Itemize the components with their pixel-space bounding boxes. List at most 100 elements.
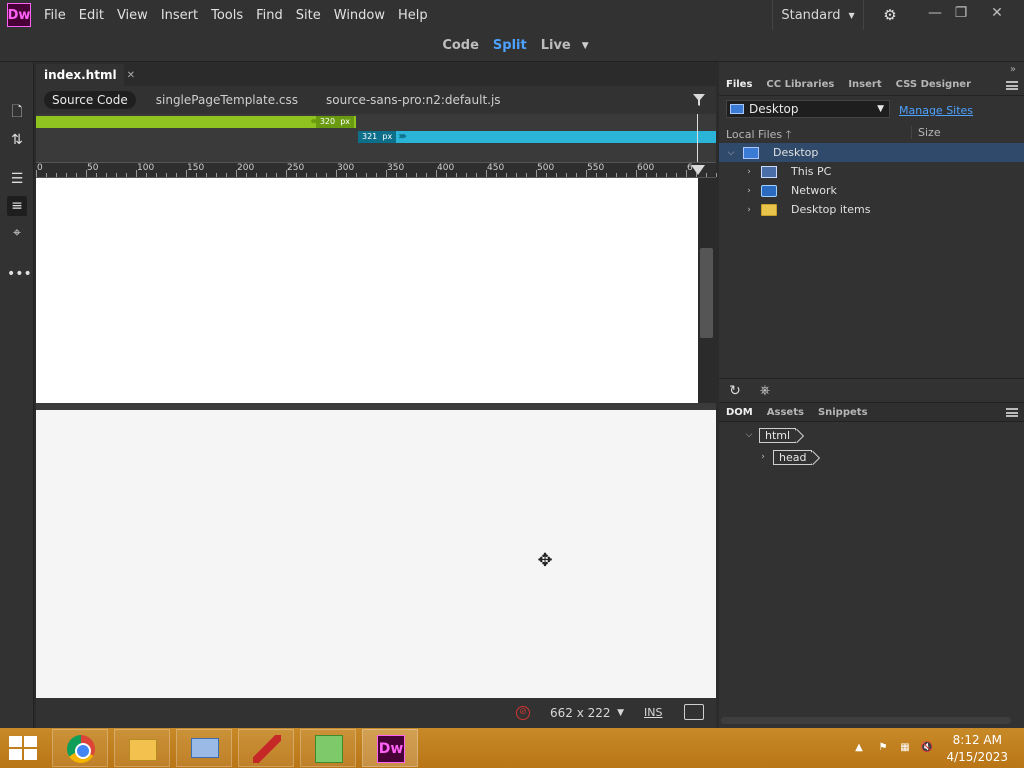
volume-muted-icon[interactable]: 🔇 [920, 741, 934, 755]
chevron-right-icon[interactable]: › [743, 167, 755, 177]
ruler-tick [336, 170, 337, 177]
ruler-tick [106, 173, 107, 177]
ruler-tick [356, 173, 357, 177]
panel-menu-icon[interactable] [1006, 81, 1018, 90]
action-center-flag-icon[interactable]: ⚑ [876, 741, 890, 755]
chevron-down-icon[interactable]: ⌵ [725, 148, 737, 158]
menu-find[interactable]: Find [256, 8, 296, 23]
site-selector[interactable]: Desktop ▼ [726, 100, 890, 118]
menu-tools[interactable]: Tools [211, 8, 256, 23]
files-panel-tabs: Files CC Libraries Insert CSS Designer [719, 74, 1024, 96]
connect-remote-icon[interactable]: ⎈ [757, 383, 773, 399]
taskbar-file-explorer[interactable] [114, 729, 170, 767]
tree-item-this-pc[interactable]: › This PC [719, 162, 1024, 181]
menu-insert[interactable]: Insert [161, 8, 211, 23]
feather-icon [253, 735, 281, 763]
panel-menu-icon[interactable] [1006, 408, 1018, 417]
menu-file[interactable]: File [44, 8, 79, 23]
ruler-tick [176, 173, 177, 177]
ruler-label: 400 [437, 163, 455, 173]
document-tab[interactable]: index.html ✕ [36, 64, 135, 86]
dreamweaver-logo: Dw [7, 3, 31, 27]
code-view[interactable] [36, 410, 716, 698]
taskbar-feather-app[interactable] [238, 729, 294, 767]
panel-scrollbar[interactable] [721, 717, 1011, 724]
ruler-handle[interactable] [691, 165, 705, 175]
min-width-media-query[interactable]: 321 px ›››››› [358, 131, 716, 143]
chevron-down-icon[interactable]: ⌵ [743, 430, 755, 440]
format-source-icon[interactable]: ☰ [7, 169, 27, 189]
menu-window[interactable]: Window [334, 8, 398, 23]
tab-snippets[interactable]: Snippets [811, 407, 875, 418]
window-size-selector[interactable]: 662 x 222 ▼ [542, 703, 628, 723]
ruler-tick [316, 173, 317, 177]
menu-edit[interactable]: Edit [79, 8, 117, 23]
dom-node-html[interactable]: ⌵ html [719, 424, 1024, 446]
no-errors-icon[interactable]: ⊘ [516, 706, 530, 720]
workspace-switcher[interactable]: Standard ▼ [772, 0, 864, 30]
close-icon[interactable]: ✕ [980, 0, 1014, 28]
code-view-button[interactable]: Code [442, 38, 479, 53]
show-hidden-icons-icon[interactable]: ▲ [852, 741, 866, 755]
view-switcher: Code Split Live ▼ [0, 30, 1024, 62]
dom-node-head[interactable]: › head [719, 446, 1024, 468]
more-icon[interactable]: ••• [7, 264, 32, 284]
preview-browser-icon[interactable] [684, 704, 704, 720]
related-file-js[interactable]: source-sans-pro:n2:default.js [318, 91, 509, 109]
taskbar-remote-desktop[interactable] [176, 729, 232, 767]
close-icon[interactable]: ✕ [127, 70, 135, 81]
insert-mode-toggle[interactable]: INS [644, 706, 662, 719]
ruler-tick [626, 173, 627, 177]
scrollbar-thumb[interactable] [700, 248, 713, 338]
chevron-right-icon[interactable]: › [757, 452, 769, 462]
sync-settings-icon[interactable]: ⚙ [876, 5, 904, 25]
max-width-label: 320 px [315, 116, 354, 128]
chevron-down-icon[interactable]: ▼ [582, 41, 589, 51]
tab-insert[interactable]: Insert [841, 79, 888, 90]
tab-files[interactable]: Files [719, 79, 759, 90]
tab-assets[interactable]: Assets [760, 407, 811, 418]
chevron-right-icon[interactable]: › [743, 186, 755, 196]
file-management-icon[interactable]: ⇅ [7, 130, 27, 150]
ruler-tick [526, 173, 527, 177]
chevron-right-icon[interactable]: › [743, 205, 755, 215]
filter-icon[interactable] [692, 93, 706, 107]
local-files-column[interactable]: Local Files 🡑 [726, 128, 791, 141]
menu-view[interactable]: View [117, 8, 161, 23]
tree-item-network[interactable]: › Network [719, 181, 1024, 200]
tab-css-designer[interactable]: CSS Designer [889, 79, 978, 90]
tree-item-desktop-items[interactable]: › Desktop items [719, 200, 1024, 219]
design-view-scrollbar[interactable] [698, 178, 716, 403]
ruler-tick [456, 173, 457, 177]
taskbar-chrome[interactable] [52, 729, 108, 767]
crosshair-icon[interactable]: ⌖ [7, 223, 27, 243]
restore-icon[interactable]: ❐ [944, 0, 978, 28]
size-column[interactable]: Size [911, 126, 941, 139]
related-file-source-code[interactable]: Source Code [44, 91, 136, 109]
network-status-icon[interactable]: ▦ [898, 741, 912, 755]
clock-time[interactable]: 8:12 AM [953, 733, 1002, 747]
indent-code-icon[interactable]: ≡ [7, 196, 27, 216]
ruler-tick [226, 173, 227, 177]
tree-item-desktop[interactable]: ⌵ Desktop [719, 143, 1024, 162]
design-view[interactable] [36, 178, 698, 403]
split-view-button[interactable]: Split [493, 38, 527, 53]
live-view-button[interactable]: Live [541, 38, 571, 53]
clock-date[interactable]: 4/15/2023 [946, 750, 1008, 764]
tab-cc-libraries[interactable]: CC Libraries [759, 79, 841, 90]
menu-bar: Dw File Edit View Insert Tools Find Site… [0, 0, 1024, 30]
ruler-tick [586, 170, 587, 177]
taskbar-installer[interactable] [300, 729, 356, 767]
ruler-label: 100 [137, 163, 155, 173]
open-documents-icon[interactable]: 🗋 [7, 102, 27, 122]
windows-start-icon[interactable] [8, 736, 38, 760]
related-file-css[interactable]: singlePageTemplate.css [148, 91, 306, 109]
taskbar-dreamweaver[interactable]: Dw [362, 729, 418, 767]
menu-site[interactable]: Site [296, 8, 334, 23]
manage-sites-link[interactable]: Manage Sites [899, 104, 973, 117]
max-width-media-query[interactable]: ‹‹‹‹‹‹ 320 px [36, 116, 356, 128]
tab-dom[interactable]: DOM [719, 407, 760, 418]
split-view-divider[interactable] [36, 403, 716, 410]
menu-help[interactable]: Help [398, 8, 441, 23]
refresh-icon[interactable]: ↻ [727, 383, 743, 399]
